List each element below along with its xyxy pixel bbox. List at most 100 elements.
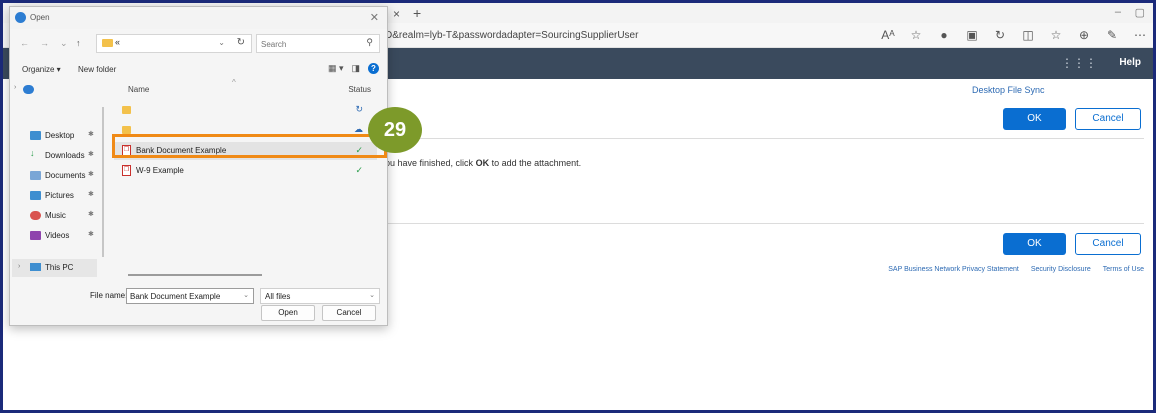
pane-splitter[interactable]: [102, 107, 104, 257]
sort-caret-icon: ^: [232, 78, 236, 87]
folder-icon: [102, 39, 113, 47]
sync-icon: ↻: [355, 104, 363, 114]
chevron-down-icon[interactable]: ⌄: [369, 291, 375, 299]
sidebar-item-documents[interactable]: Documents ✱: [10, 167, 100, 185]
file-name-field[interactable]: ⌄: [126, 288, 254, 304]
new-folder-button[interactable]: New folder: [78, 65, 116, 74]
pdf-file-icon: ❐: [122, 165, 131, 176]
view-controls: ▦ ▾ ◨ ?: [328, 63, 379, 74]
cancel-button-top[interactable]: Cancel: [1075, 108, 1141, 130]
back-arrow-icon[interactable]: ←: [20, 38, 29, 48]
url-text[interactable]: D&realm=lyb-T&passwordadapter=SourcingSu…: [385, 30, 638, 41]
search-input[interactable]: [261, 37, 361, 51]
sidebar-item-label: Videos: [45, 231, 70, 240]
window-control-icon[interactable]: ▢: [1135, 6, 1145, 19]
file-list: ^ Name Status ↻ ☁ ❐ Bank Document Exampl…: [114, 78, 377, 277]
sidebar-item-label: Documents: [45, 171, 86, 180]
sidebar-item-music[interactable]: Music ✱: [10, 207, 100, 225]
open-file-dialog: Open ✕ ← → ⌄ ↑ « ⌄ ↻ ⚲ Organize ▾ New fo…: [9, 6, 388, 326]
new-tab-icon[interactable]: +: [413, 5, 421, 21]
copilot-icon[interactable]: ✎: [1105, 28, 1119, 42]
search-icon: ⚲: [366, 37, 373, 47]
tab-close-icon[interactable]: ×: [393, 7, 400, 21]
open-button[interactable]: Open: [261, 305, 315, 321]
expand-arrow-icon[interactable]: ›: [18, 263, 20, 270]
expand-arrow-icon[interactable]: ›: [14, 84, 16, 91]
instruction-text: ou have finished, click OK to add the at…: [385, 158, 581, 168]
read-aloud-icon[interactable]: Aᴬ: [881, 28, 895, 42]
help-icon[interactable]: ?: [368, 63, 379, 74]
app-grid-icon[interactable]: ⋮⋮⋮: [1061, 56, 1097, 70]
sidebar-item-onedrive[interactable]: ›: [10, 81, 100, 99]
search-box[interactable]: ⚲: [256, 34, 380, 53]
security-disclosure-link[interactable]: Security Disclosure: [1031, 266, 1091, 273]
file-name-input[interactable]: [130, 291, 240, 302]
dialog-cancel-button[interactable]: Cancel: [322, 305, 376, 321]
folder-icon: [122, 126, 131, 134]
favorites-bar-icon[interactable]: ☆: [1049, 28, 1063, 42]
documents-icon: [30, 171, 41, 180]
up-arrow-icon[interactable]: ↑: [76, 38, 81, 48]
collections-icon[interactable]: ⊕: [1077, 28, 1091, 42]
favorite-icon[interactable]: ☆: [909, 28, 923, 42]
music-icon: [30, 211, 41, 220]
navigation-pane: › Desktop ✱ ↓ Downloads ✱ Documents ✱ Pi…: [10, 81, 102, 277]
split-screen-icon[interactable]: ◫: [1021, 28, 1035, 42]
cancel-button-bottom[interactable]: Cancel: [1075, 233, 1141, 255]
ok-button-bottom[interactable]: OK: [1003, 233, 1066, 255]
column-header-status[interactable]: Status: [348, 85, 371, 94]
file-row[interactable]: ↻: [114, 101, 377, 119]
step-highlight-box: [112, 134, 387, 158]
forward-arrow-icon[interactable]: →: [40, 38, 49, 48]
recent-chevron-icon[interactable]: ⌄: [60, 38, 68, 49]
ok-button-top[interactable]: OK: [1003, 108, 1066, 130]
horizontal-scrollbar[interactable]: [128, 274, 262, 276]
view-options-icon[interactable]: ▦ ▾: [328, 63, 344, 74]
sidebar-item-label: Downloads: [45, 151, 85, 160]
profile-icon[interactable]: ●: [937, 28, 951, 42]
sidebar-item-pictures[interactable]: Pictures ✱: [10, 187, 100, 205]
chevron-down-icon[interactable]: ⌄: [243, 291, 249, 299]
file-row[interactable]: ❐ W-9 Example ✓: [114, 162, 377, 180]
sidebar-item-label: Desktop: [45, 131, 75, 140]
pin-icon: ✱: [88, 171, 94, 178]
pin-icon: ✱: [88, 131, 94, 138]
sidebar-item-downloads[interactable]: ↓ Downloads ✱: [10, 147, 100, 165]
command-bar: Organize ▾ New folder ▦ ▾ ◨ ?: [10, 61, 387, 79]
file-name: W-9 Example: [136, 166, 184, 175]
pin-icon: ✱: [88, 191, 94, 198]
privacy-statement-link[interactable]: SAP Business Network Privacy Statement: [888, 266, 1019, 273]
instruction-bold: OK: [475, 158, 490, 168]
divider: [385, 138, 1144, 139]
pin-icon: ✱: [88, 231, 94, 238]
help-link[interactable]: Help: [1119, 57, 1141, 68]
minimize-icon[interactable]: –: [1115, 6, 1121, 18]
file-name-label: File name:: [90, 291, 128, 300]
sidebar-item-desktop[interactable]: Desktop ✱: [10, 127, 100, 145]
extension-icon[interactable]: ▣: [965, 28, 979, 42]
desktop-file-sync-link[interactable]: Desktop File Sync: [972, 85, 1045, 95]
terms-of-use-link[interactable]: Terms of Use: [1103, 266, 1144, 273]
file-type-select[interactable]: All files ⌄: [260, 288, 380, 304]
sidebar-item-this-pc[interactable]: › This PC: [12, 259, 97, 277]
preview-pane-icon[interactable]: ◨: [351, 63, 360, 74]
more-icon[interactable]: ⋯: [1133, 28, 1147, 42]
synced-check-icon: ✓: [355, 165, 363, 175]
path-box[interactable]: « ⌄ ↻: [96, 34, 252, 53]
sidebar-item-label: Pictures: [45, 191, 74, 200]
close-icon[interactable]: ✕: [370, 11, 379, 24]
sidebar-item-videos[interactable]: Videos ✱: [10, 227, 100, 245]
file-name-row: File name: ⌄ All files ⌄: [10, 287, 387, 305]
dialog-title: Open: [30, 13, 50, 22]
file-type-value: All files: [265, 292, 291, 301]
browser-toolbar: Aᴬ ☆ ● ▣ ↻ ◫ ☆ ⊕ ✎ ⋯: [881, 28, 1147, 42]
refresh-icon[interactable]: ↻: [993, 28, 1007, 42]
organize-button[interactable]: Organize ▾: [22, 65, 61, 74]
chevron-down-icon[interactable]: ⌄: [218, 38, 225, 47]
sidebar-item-label: This PC: [45, 263, 74, 272]
sidebar-item-label: Music: [45, 211, 66, 220]
dialog-title-bar: Open ✕: [10, 7, 387, 29]
column-header-name[interactable]: Name: [128, 85, 149, 94]
path-text: «: [115, 37, 121, 47]
refresh-icon[interactable]: ↻: [237, 37, 245, 48]
